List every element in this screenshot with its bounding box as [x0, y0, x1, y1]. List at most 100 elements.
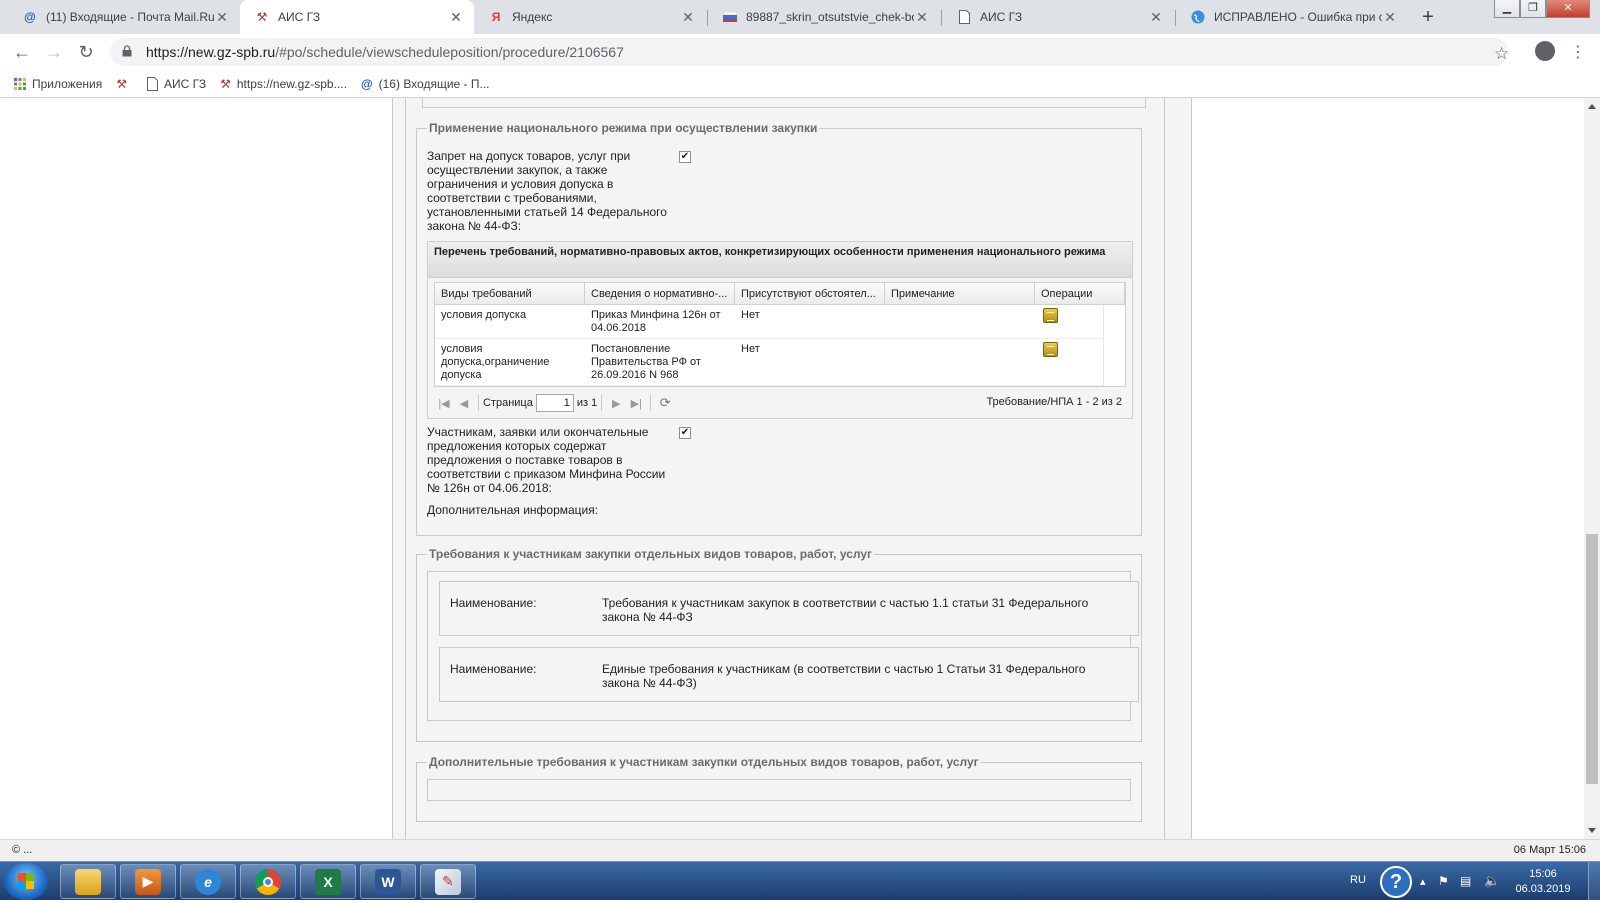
prev-page-icon[interactable]: ◀: [454, 397, 474, 410]
paint-icon: ✎: [435, 868, 461, 895]
page-icon: [146, 76, 158, 91]
next-page-icon[interactable]: ▶: [606, 397, 626, 410]
network-icon[interactable]: ▤: [1460, 874, 1471, 900]
taskbar-clock[interactable]: 15:06 06.03.2019: [1508, 867, 1578, 897]
reload-button[interactable]: ↻: [70, 36, 102, 68]
mail-at-icon: @: [24, 10, 36, 24]
page-scrollbar[interactable]: [1584, 98, 1600, 839]
col-header-present[interactable]: Присутствуют обстоятел...: [735, 283, 885, 305]
taskbar-paint[interactable]: ✎: [420, 864, 476, 899]
table-row[interactable]: условия допуска Приказ Минфина 126н от 0…: [435, 305, 1103, 339]
bookmark-tools[interactable]: ⚒: [116, 77, 133, 91]
view-document-icon[interactable]: [1043, 308, 1058, 323]
taskbar-explorer[interactable]: [60, 864, 116, 899]
scroll-down-icon[interactable]: [1588, 828, 1596, 833]
close-icon[interactable]: ✕: [1148, 9, 1164, 26]
restore-button[interactable]: ❐: [1520, 0, 1546, 18]
close-icon[interactable]: ✕: [680, 9, 696, 26]
bookmark-mail[interactable]: @ (16) Входящие - П...: [361, 77, 490, 91]
cell-doc: Постановление Правительства РФ от 26.09.…: [591, 343, 701, 381]
help-icon[interactable]: ?: [1380, 866, 1412, 898]
taskbar-internet-explorer[interactable]: e: [180, 864, 236, 899]
taskbar-excel[interactable]: X: [300, 864, 356, 899]
taskbar-media-player[interactable]: ▶: [120, 864, 176, 899]
tab-mail[interactable]: @ (11) Входящие - Почта Mail.Ru ✕: [8, 0, 240, 34]
tray-expand-icon[interactable]: ▴: [1420, 875, 1426, 900]
bookmark-ais-gz[interactable]: АИС ГЗ: [146, 76, 207, 91]
tab-strip: @ (11) Входящие - Почта Mail.Ru ✕ ⚒ АИС …: [0, 0, 1600, 34]
window-close-button[interactable]: ✕: [1546, 0, 1590, 18]
col-header-type[interactable]: Виды требований: [435, 283, 585, 305]
scroll-up-icon[interactable]: [1588, 104, 1596, 109]
tab-ais-gz[interactable]: ⚒ АИС ГЗ ✕: [240, 0, 474, 34]
globe-icon: [1190, 9, 1206, 25]
refresh-icon[interactable]: ⟳: [655, 395, 675, 411]
first-page-icon[interactable]: |◀: [434, 397, 454, 410]
tools-icon: ⚒: [116, 76, 127, 91]
tab-yandex[interactable]: Я Яндекс ✕: [474, 0, 706, 34]
close-icon[interactable]: ✕: [448, 9, 464, 26]
close-icon[interactable]: ✕: [1382, 9, 1398, 26]
windows-logo-icon: [18, 873, 34, 889]
profile-avatar-icon[interactable]: [1535, 41, 1555, 61]
bookmark-label: (16) Входящие - П...: [378, 76, 490, 91]
pager-info: Требование/НПА 1 - 2 из 2: [986, 396, 1122, 408]
pager-separator: [650, 395, 652, 411]
view-document-icon[interactable]: [1043, 342, 1058, 357]
col-header-operations[interactable]: Операции: [1035, 283, 1125, 305]
close-icon[interactable]: ✕: [214, 9, 230, 26]
scroll-thumb[interactable]: [1586, 534, 1598, 784]
new-tab-button[interactable]: +: [1416, 6, 1440, 30]
previous-fieldset-bottom: [422, 98, 1146, 108]
word-icon: W: [375, 868, 401, 895]
action-center-icon[interactable]: ⚑: [1438, 874, 1449, 900]
media-player-icon: ▶: [135, 868, 161, 895]
close-icon[interactable]: ✕: [914, 9, 930, 26]
back-button[interactable]: ←: [6, 36, 38, 68]
address-bar[interactable]: https://new.gz-spb.ru/#po/schedule/views…: [110, 38, 1508, 66]
bookmark-label: АИС ГЗ: [163, 76, 207, 91]
pager-separator: [601, 395, 603, 411]
taskbar-chrome[interactable]: [240, 864, 296, 899]
grid-scrollbar[interactable]: [1103, 305, 1125, 386]
flag-icon: [722, 9, 738, 25]
participants-checkbox[interactable]: ✔: [679, 427, 691, 439]
taskbar-word[interactable]: W: [360, 864, 416, 899]
tab-title: Яндекс: [512, 10, 553, 24]
national-regime-fieldset: Применение национального режима при осущ…: [416, 121, 1142, 536]
tab-ais-gz-2[interactable]: АИС ГЗ ✕: [942, 0, 1174, 34]
form-container: Применение национального режима при осущ…: [405, 98, 1165, 839]
grid-header: Виды требований Сведения о нормативно-..…: [435, 283, 1125, 305]
status-bar: © ... 06 Март 15:06: [0, 839, 1600, 861]
last-page-icon[interactable]: ▶|: [626, 397, 646, 410]
col-header-note[interactable]: Примечание: [885, 283, 1035, 305]
bookmark-star-icon[interactable]: ☆: [1494, 44, 1509, 64]
minimize-button[interactable]: ▁: [1494, 0, 1520, 18]
page-viewport: Применение национального режима при осущ…: [0, 98, 1584, 839]
status-copyright: © ...: [12, 844, 33, 856]
national-regime-legend: Применение национального режима при осущ…: [427, 121, 820, 135]
ban-checkbox[interactable]: ✔: [679, 151, 691, 163]
language-indicator[interactable]: RU: [1350, 874, 1366, 900]
chrome-icon: [255, 868, 281, 895]
tools-icon: ⚒: [220, 76, 231, 91]
col-header-doc[interactable]: Сведения о нормативно-...: [585, 283, 735, 305]
table-row[interactable]: условия допуска,ограничение допуска Пост…: [435, 339, 1103, 386]
apps-grid-icon: [14, 77, 26, 90]
show-desktop-button[interactable]: [1588, 862, 1600, 900]
lock-icon: [122, 44, 136, 60]
tab-error-report[interactable]: ИСПРАВЛЕНО - Ошибка при о ✕: [1176, 0, 1408, 34]
tab-title: 89887_skrin_otsutstvie_chek-bo: [746, 10, 914, 24]
page-number-input[interactable]: 1: [535, 394, 574, 412]
cell-type: условия допуска,ограничение допуска: [441, 343, 550, 381]
requirements-grid-panel: Перечень требований, нормативно-правовых…: [427, 241, 1133, 419]
volume-icon[interactable]: 🔈: [1484, 873, 1500, 900]
start-button[interactable]: [4, 863, 48, 900]
tab-screenshot[interactable]: 89887_skrin_otsutstvie_chek-bo ✕: [708, 0, 940, 34]
bookmark-gz-spb[interactable]: ⚒ https://new.gz-spb....: [220, 77, 347, 91]
grid-title: Перечень требований, нормативно-правовых…: [428, 242, 1132, 278]
participants-label: Участникам, заявки или окончательные пре…: [427, 425, 666, 495]
menu-dots-icon[interactable]: ⋮: [1570, 42, 1586, 62]
bookmark-apps[interactable]: Приложения: [14, 77, 102, 91]
forward-button[interactable]: →: [38, 36, 70, 68]
